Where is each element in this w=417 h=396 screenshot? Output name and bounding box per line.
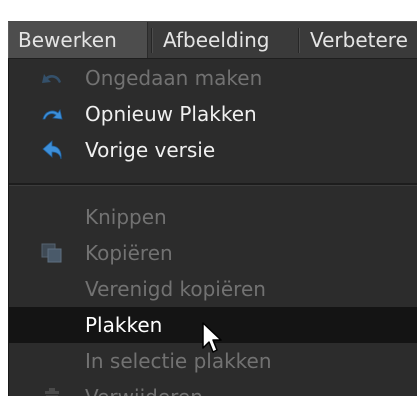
menu-item-undo[interactable]: Ongedaan maken	[9, 60, 417, 96]
menu-item-label: Ongedaan maken	[85, 66, 263, 90]
menu-item-label: Verwijderen	[85, 379, 203, 396]
menu-item-label: Plakken	[85, 313, 163, 337]
menu-item-copy[interactable]: Kopiëren	[9, 235, 417, 271]
menu-item-label: Verenigd kopiëren	[85, 277, 266, 301]
trash-icon	[39, 385, 65, 396]
menu-bar: Bewerken Afbeelding Verbetere	[8, 21, 417, 59]
menu-item-label: Kopiëren	[85, 241, 173, 265]
menu-afbeelding[interactable]: Afbeelding	[154, 22, 279, 58]
redo-icon	[39, 102, 65, 126]
menu-item-delete[interactable]: Verwijderen	[9, 379, 417, 396]
undo-icon	[39, 66, 65, 90]
menu-item-label: In selectie plakken	[85, 349, 272, 373]
menu-separator	[151, 28, 152, 53]
menu-item-copy-merged[interactable]: Verenigd kopiëren	[9, 271, 417, 307]
menu-item-redo[interactable]: Opnieuw Plakken	[9, 96, 417, 132]
copy-icon	[39, 241, 65, 265]
screen: Bewerken Afbeelding Verbetere Ongedaan m…	[0, 0, 417, 396]
revert-icon	[39, 138, 65, 162]
menu-item-label: Knippen	[85, 205, 167, 229]
menu-bewerken[interactable]: Bewerken	[8, 22, 148, 58]
menu-verbeteren[interactable]: Verbetere	[301, 22, 417, 58]
menu-item-revert[interactable]: Vorige versie	[9, 132, 417, 168]
menu-item-label: Opnieuw Plakken	[85, 102, 257, 126]
mouse-cursor-icon	[201, 321, 225, 357]
menu-divider	[9, 183, 417, 186]
menu-item-cut[interactable]: Knippen	[9, 199, 417, 235]
menu-separator	[298, 28, 299, 53]
menu-item-label: Vorige versie	[85, 138, 216, 162]
